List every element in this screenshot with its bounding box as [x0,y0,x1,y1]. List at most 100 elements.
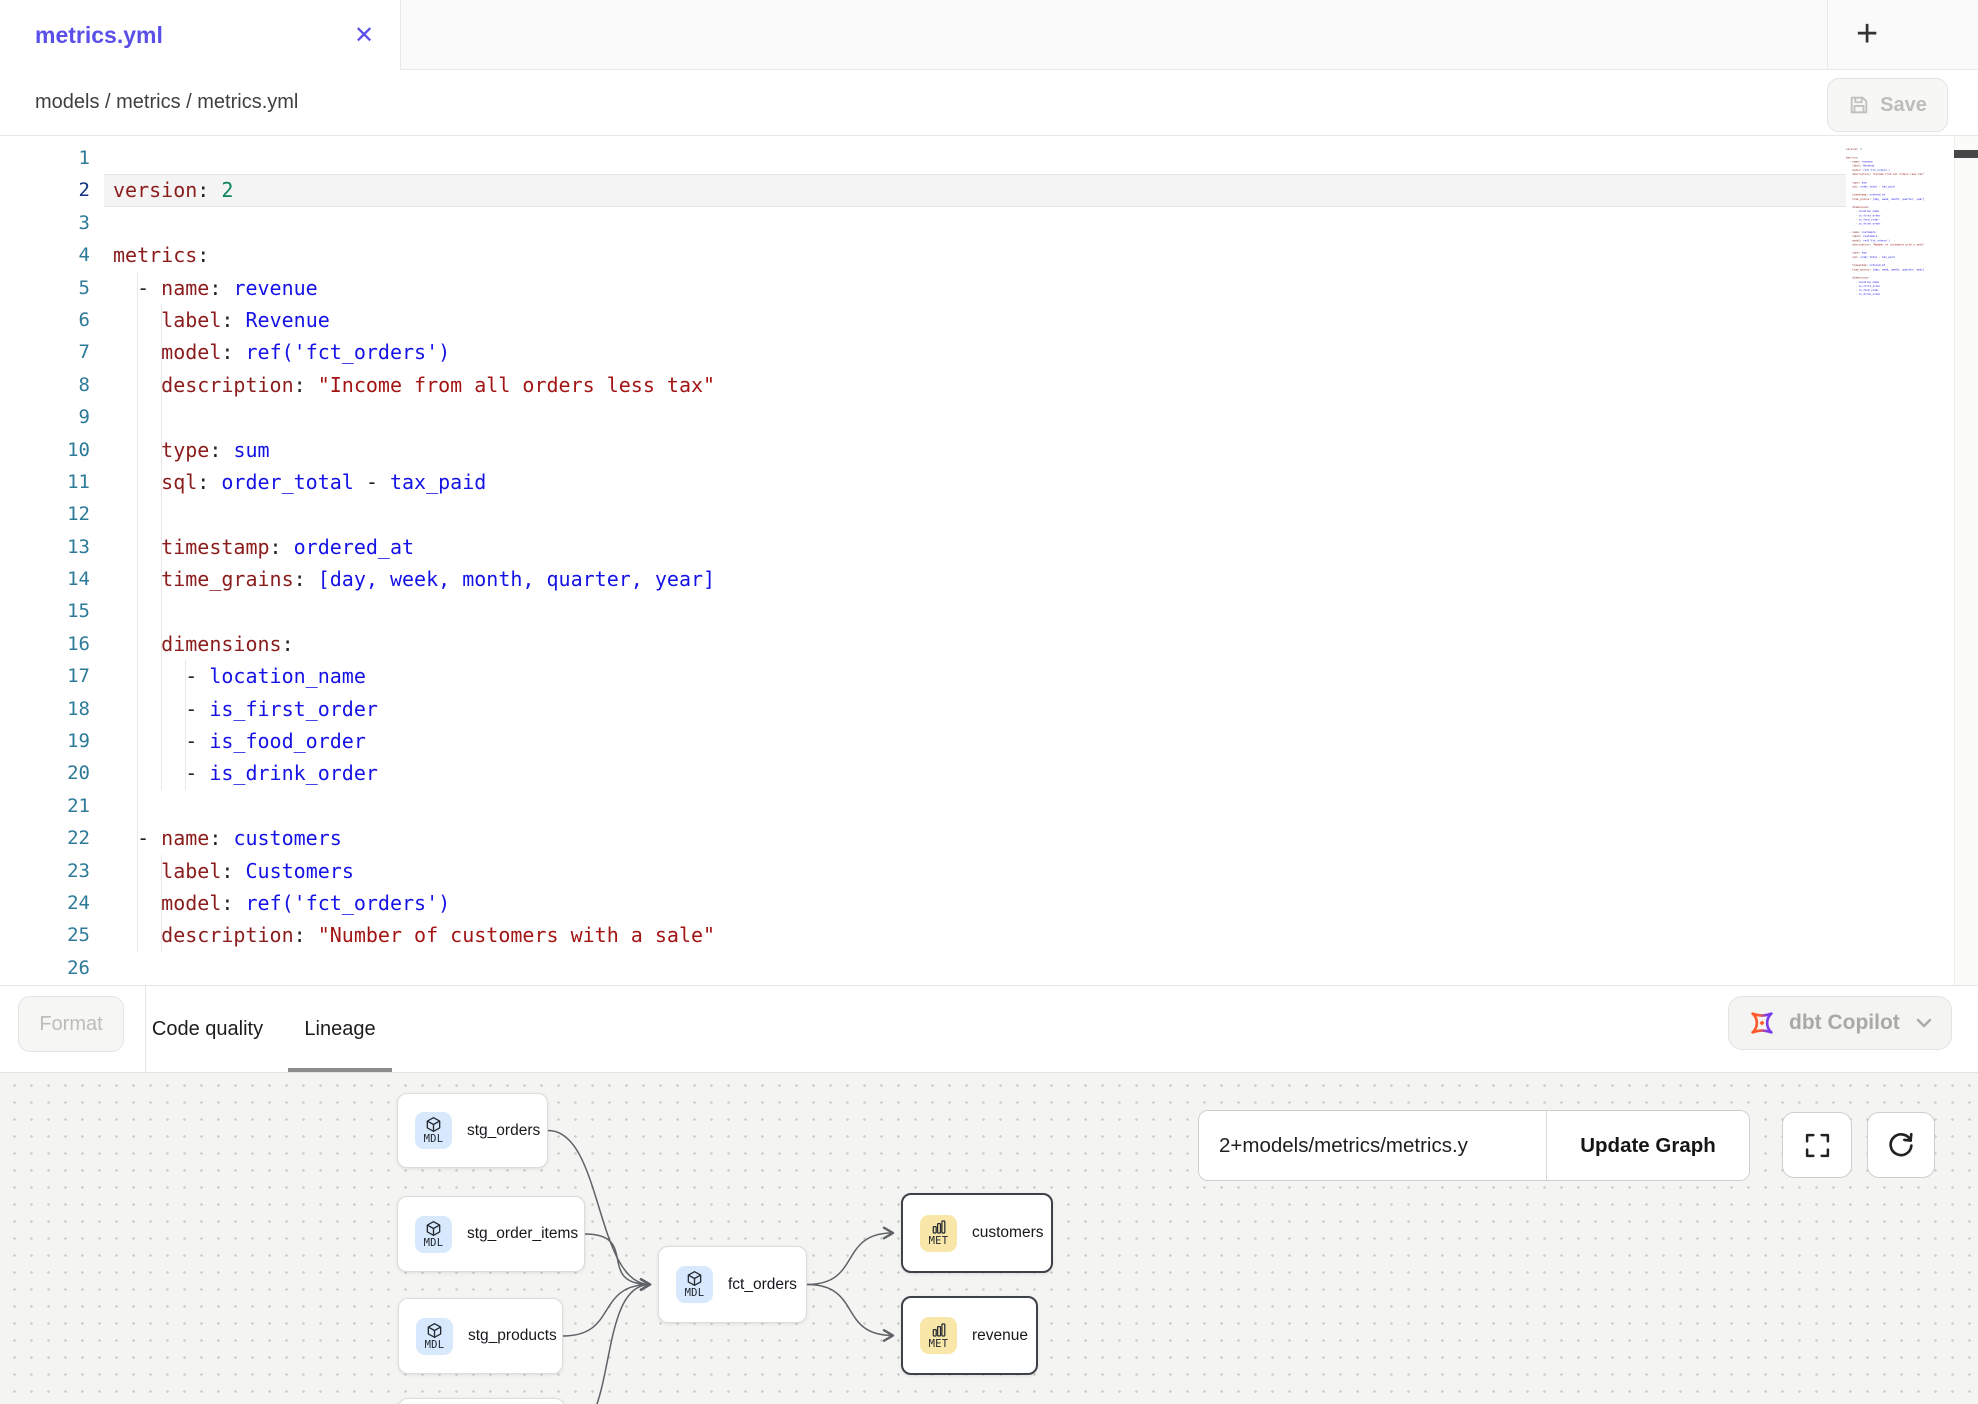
lineage-node-stg_order_items[interactable]: MDLstg_order_items [397,1196,585,1272]
badge-label: MDL [424,1237,444,1249]
badge-label: MDL [425,1339,445,1351]
line-number: 8 [0,369,90,401]
active-tab-indicator [288,1068,392,1072]
line-number: 6 [0,304,90,336]
refresh-button[interactable] [1867,1112,1935,1178]
lineage-node-stg_orders[interactable]: MDL stg_orders [397,1093,548,1168]
lineage-node-customers[interactable]: MET customers [901,1193,1053,1273]
code-line-20[interactable]: - is_drink_order [113,757,715,789]
line-number: 26 [0,952,90,984]
dbt-copilot-button[interactable]: dbt Copilot [1728,996,1952,1050]
line-number: 17 [0,660,90,692]
graph-controls: Update Graph [1198,1110,1750,1181]
code-line-12[interactable] [113,498,715,530]
code-line-17[interactable]: - location_name [113,660,715,692]
code-line-9[interactable] [113,401,715,433]
model-badge: MDL [415,1112,452,1149]
format-button[interactable]: Format [18,996,124,1052]
bar-chart-icon [931,1219,947,1235]
badge-label: MDL [424,1133,444,1145]
line-number: 22 [0,822,90,854]
code-line-3[interactable] [113,207,715,239]
line-number: 9 [0,401,90,433]
code-line-18[interactable]: - is_first_order [113,693,715,725]
save-icon [1848,94,1870,116]
code-line-2[interactable]: version: 2 [113,174,715,206]
code-line-1[interactable] [113,142,715,174]
cube-icon [425,1116,442,1133]
code-line-22[interactable]: - name: customers [113,822,715,854]
lineage-node-stg_partial[interactable]: MDL [398,1398,565,1404]
cube-icon [426,1322,443,1339]
code-line-11[interactable]: sql: order_total - tax_paid [113,466,715,498]
line-number: 4 [0,239,90,271]
line-number: 5 [0,272,90,304]
lineage-node-revenue[interactable]: METrevenue [901,1296,1038,1375]
line-number: 12 [0,498,90,530]
bar-chart-icon [931,1322,947,1338]
node-label: revenue [972,1327,1028,1345]
code-line-16[interactable]: dimensions: [113,628,715,660]
code-line-5[interactable]: - name: revenue [113,272,715,304]
lineage-node-stg_products[interactable]: MDL stg_products [398,1298,563,1374]
new-tab-button[interactable]: + [1827,0,1978,70]
line-number: 7 [0,336,90,368]
panel-toolbar: Format Code quality Lineage dbt Copilot [0,985,1978,1073]
code-line-13[interactable]: timestamp: ordered_at [113,531,715,563]
code-line-15[interactable] [113,595,715,627]
node-selector-input[interactable] [1199,1111,1546,1180]
update-graph-button[interactable]: Update Graph [1547,1111,1749,1180]
code-line-4[interactable]: metrics: [113,239,715,271]
save-button[interactable]: Save [1827,78,1948,132]
code-line-10[interactable]: type: sum [113,434,715,466]
tab-code-quality[interactable]: Code quality [140,986,275,1072]
close-icon[interactable]: ✕ [340,0,388,70]
breadcrumb: models / metrics / metrics.yml [35,70,298,134]
model-badge: MDL [416,1318,453,1355]
code-line-14[interactable]: time_grains: [day, week, month, quarter,… [113,563,715,595]
tab-lineage[interactable]: Lineage [288,986,392,1072]
line-number: 3 [0,207,90,239]
line-number: 20 [0,757,90,789]
node-label: customers [972,1224,1044,1242]
badge-label: MET [929,1235,949,1247]
line-number: 24 [0,887,90,919]
refresh-icon [1886,1130,1916,1160]
scrollbar-track[interactable] [1954,136,1978,985]
model-badge: MDL [415,1216,452,1253]
tab-title: metrics.yml [35,22,163,49]
line-number-gutter: 1234567891011121314151617181920212223242… [0,142,90,984]
line-number: 25 [0,919,90,951]
code-line-25[interactable]: description: "Number of customers with a… [113,919,715,951]
code-line-24[interactable]: model: ref('fct_orders') [113,887,715,919]
code-editor[interactable]: 1234567891011121314151617181920212223242… [0,136,1978,985]
line-number: 11 [0,466,90,498]
code-line-6[interactable]: label: Revenue [113,304,715,336]
code-line-21[interactable] [113,790,715,822]
code-line-8[interactable]: description: "Income from all orders les… [113,369,715,401]
code-line-7[interactable]: model: ref('fct_orders') [113,336,715,368]
dbt-copilot-icon [1747,1008,1777,1038]
file-header: models / metrics / metrics.yml Save [0,70,1978,136]
code-line-26[interactable] [113,952,715,984]
node-label: stg_orders [467,1122,540,1140]
node-label: fct_orders [728,1276,797,1294]
fullscreen-icon [1804,1132,1831,1159]
fullscreen-button[interactable] [1782,1112,1852,1178]
plus-icon: + [1856,13,1878,56]
line-number: 14 [0,563,90,595]
lineage-node-fct_orders[interactable]: MDLfct_orders [658,1246,807,1323]
code-content[interactable]: version: 2 metrics: - name: revenue label… [113,142,715,984]
lineage-graph-canvas[interactable]: MDL stg_orders MDLstg_order_items MDL stg_… [0,1073,1978,1404]
selector-box: Update Graph [1198,1110,1750,1181]
code-line-19[interactable]: - is_food_order [113,725,715,757]
chevron-down-icon [1915,1017,1933,1029]
scrollbar-thumb[interactable] [1954,150,1978,158]
minimap[interactable]: version: 2metrics: - name: revenue label… [1846,143,1952,363]
line-number: 18 [0,693,90,725]
line-number: 10 [0,434,90,466]
line-number: 16 [0,628,90,660]
dbt-copilot-label: dbt Copilot [1789,1011,1900,1035]
node-label: stg_products [468,1327,557,1345]
code-line-23[interactable]: label: Customers [113,855,715,887]
